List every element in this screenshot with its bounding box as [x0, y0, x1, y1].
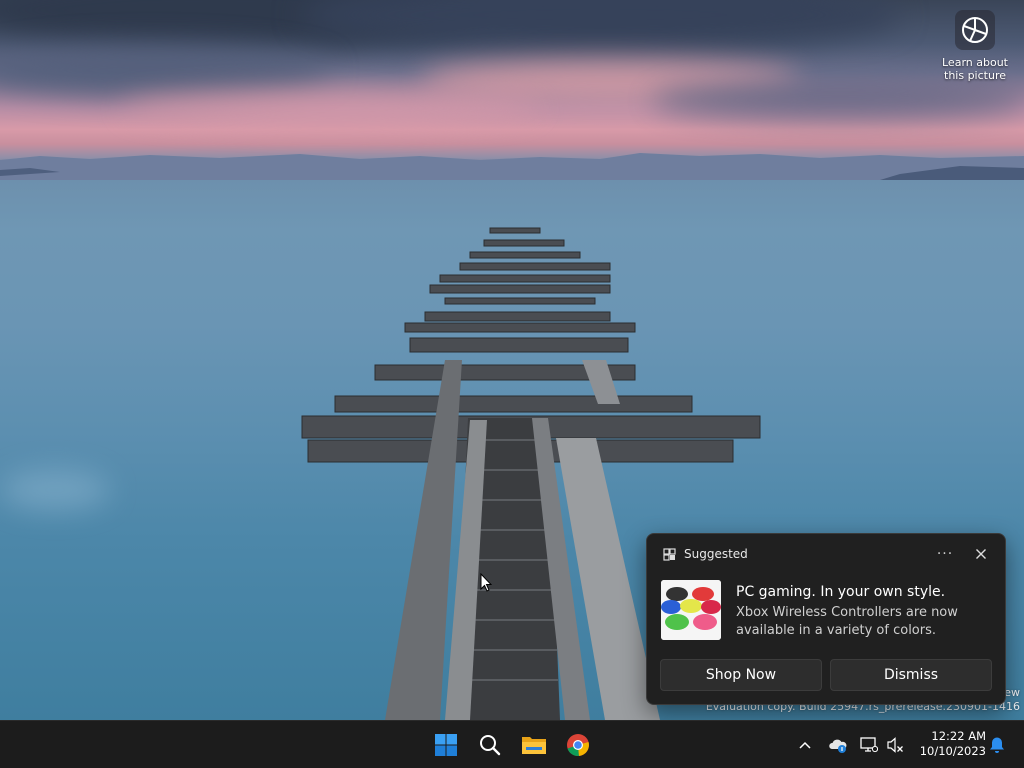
mouse-cursor-icon — [480, 573, 492, 592]
cloud-icon — [829, 739, 847, 753]
evaluation-watermark: ew — [1004, 686, 1020, 699]
search-icon — [480, 735, 501, 756]
close-icon — [976, 549, 986, 559]
notification-body: Xbox Wireless Controllers are now availa… — [736, 605, 958, 638]
chrome-icon — [567, 734, 589, 757]
windows-logo-icon — [435, 734, 457, 756]
close-button[interactable] — [969, 543, 993, 565]
xbox-controllers-image — [661, 580, 721, 640]
notification-toast[interactable]: Suggested ··· PC gaming. In your own sty… — [646, 533, 1006, 705]
more-options-button[interactable]: ··· — [933, 543, 957, 565]
notifications-button[interactable] — [986, 729, 1008, 761]
clock-date: 10/10/2023 — [919, 744, 986, 758]
file-explorer-button[interactable] — [514, 725, 554, 765]
notification-header: Suggested — [663, 547, 748, 561]
chevron-up-icon — [799, 741, 811, 749]
more-options-label: ··· — [936, 546, 954, 562]
dismiss-button[interactable]: Dismiss — [830, 659, 992, 691]
learn-about-this-picture[interactable]: Learn about this picture — [940, 10, 1010, 82]
folder-icon — [522, 737, 546, 754]
volume-muted-icon — [887, 737, 903, 753]
show-hidden-icons-button[interactable] — [795, 729, 815, 761]
clock-time: 12:22 AM — [931, 729, 986, 743]
network-icon — [860, 737, 878, 753]
search-button[interactable] — [470, 725, 510, 765]
notification-title: PC gaming. In your own style. — [736, 584, 946, 600]
start-button[interactable] — [426, 725, 466, 765]
taskbar: 12:22 AM 10/10/2023 — [0, 720, 1024, 768]
network-button[interactable] — [858, 729, 880, 761]
shop-now-button[interactable]: Shop Now — [660, 659, 822, 691]
clock[interactable]: 12:22 AM 10/10/2023 — [912, 729, 986, 759]
widgets-icon — [663, 547, 676, 561]
bell-icon — [990, 737, 1004, 753]
watermark-line1: ew — [1004, 686, 1020, 699]
camera-icon — [955, 10, 995, 50]
chrome-button[interactable] — [558, 725, 598, 765]
learn-about-label-line1: Learn about — [942, 56, 1008, 69]
notification-source: Suggested — [684, 547, 748, 561]
volume-button[interactable] — [884, 729, 906, 761]
learn-about-label-line2: this picture — [944, 69, 1006, 82]
onedrive-button[interactable] — [826, 729, 850, 761]
